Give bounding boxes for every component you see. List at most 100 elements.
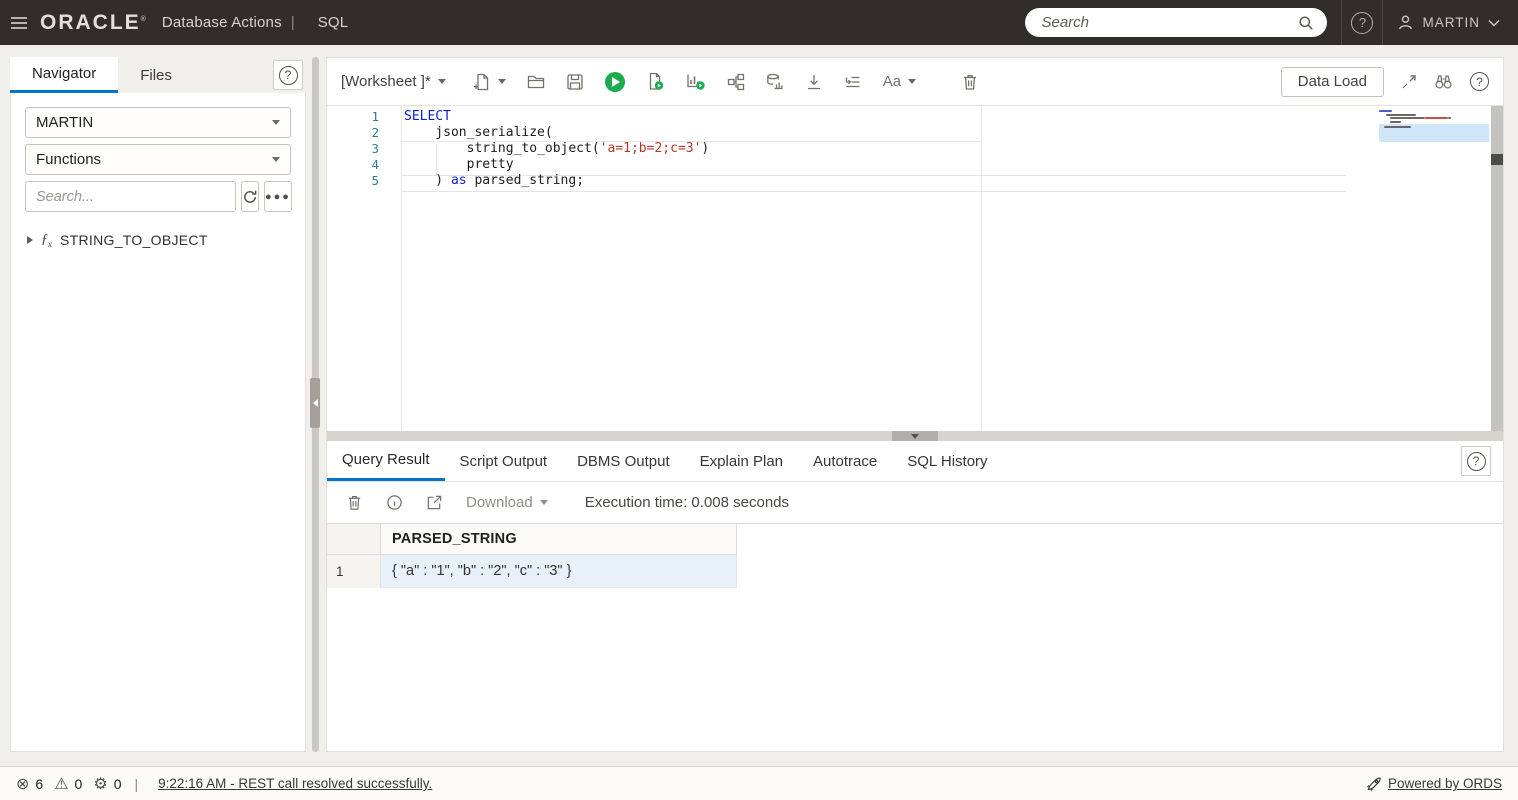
splitter-collapse-handle[interactable] xyxy=(310,378,320,428)
trash-icon xyxy=(348,496,361,510)
hamburger-menu-icon[interactable] xyxy=(0,0,38,45)
run-statement-button[interactable] xyxy=(604,71,625,92)
topbar-help-button[interactable]: ? xyxy=(1342,11,1382,34)
open-in-new-window-button[interactable] xyxy=(426,494,443,511)
schema-select[interactable]: MARTIN xyxy=(25,107,291,138)
code-line[interactable]: 5 ) as parsed_string; xyxy=(327,173,1503,189)
schema-select-value: MARTIN xyxy=(36,114,94,131)
app-title: Database Actions xyxy=(161,14,282,31)
warning-counter[interactable]: ⚠ 0 xyxy=(54,774,82,794)
title-separator: | xyxy=(290,14,295,31)
binoculars-icon xyxy=(1435,75,1452,89)
user-menu[interactable]: MARTIN xyxy=(1383,14,1518,31)
sql-editor[interactable]: 1 SELECT 2 json_serialize( 3 string_to_ob… xyxy=(327,106,1503,431)
editor-results-splitter[interactable] xyxy=(327,431,1503,441)
row-number-header[interactable] xyxy=(327,524,381,555)
app-section: SQL xyxy=(317,14,349,31)
indent-button[interactable] xyxy=(844,73,862,91)
save-button[interactable] xyxy=(566,73,584,91)
chevron-down-icon xyxy=(437,79,446,84)
tab-files[interactable]: Files xyxy=(118,57,194,93)
object-type-select[interactable]: Functions xyxy=(25,144,291,175)
process-counter[interactable]: ⚙ 0 xyxy=(93,774,121,794)
clear-worksheet-button[interactable] xyxy=(961,73,979,91)
rocket-icon xyxy=(1367,777,1381,791)
db-metrics-button[interactable] xyxy=(766,73,784,91)
code-line[interactable]: 1 SELECT xyxy=(327,109,1503,125)
tab-explain-plan[interactable]: Explain Plan xyxy=(685,441,798,481)
results-tab-bar: Query Result Script Output DBMS Output E… xyxy=(327,441,1503,482)
status-divider: | xyxy=(134,775,139,792)
column-header-parsed-string[interactable]: PARSED_STRING xyxy=(381,524,737,555)
status-message-link[interactable]: 9:22:16 AM - REST call resolved successf… xyxy=(158,776,432,791)
text-case-icon: Aa xyxy=(882,73,902,90)
save-icon xyxy=(567,73,583,90)
explain-plan-icon xyxy=(727,73,744,90)
code-line[interactable]: 4 pretty xyxy=(327,157,1503,173)
tab-script-output[interactable]: Script Output xyxy=(445,441,563,481)
refresh-button[interactable] xyxy=(241,181,259,212)
global-search-input[interactable] xyxy=(1041,14,1298,31)
worksheet-help-button[interactable]: ? xyxy=(1470,72,1489,91)
find-button[interactable] xyxy=(1434,73,1453,90)
circle-x-icon: ⊗ xyxy=(16,775,30,793)
new-file-button[interactable] xyxy=(473,73,506,91)
run-script-button[interactable] xyxy=(646,72,665,91)
explain-plan-button[interactable] xyxy=(727,73,745,91)
chevron-down-icon xyxy=(272,157,280,162)
code-line[interactable]: 2 json_serialize( xyxy=(327,125,1503,141)
autotrace-button[interactable] xyxy=(686,72,706,91)
more-options-button[interactable]: ●●● xyxy=(264,181,292,212)
editor-scrollbar-marker[interactable] xyxy=(1491,154,1503,165)
tab-query-result[interactable]: Query Result xyxy=(327,441,445,481)
table-row[interactable]: 1 { "a" : "1", "b" : "2", "c" : "3" } xyxy=(327,555,738,588)
tree-item-string-to-object[interactable]: ƒx STRING_TO_OBJECT xyxy=(25,224,291,257)
warning-icon: ⚠ xyxy=(54,775,69,793)
collapse-left-icon xyxy=(312,399,318,407)
error-count: 6 xyxy=(35,775,44,792)
line-number: 2 xyxy=(371,125,379,140)
data-load-button[interactable]: Data Load xyxy=(1280,66,1384,97)
tab-sql-history[interactable]: SQL History xyxy=(892,441,1002,481)
top-bar: ORACLE® Database Actions | SQL ? MARTIN xyxy=(0,0,1518,45)
status-bar: ⊗ 6 ⚠ 0 ⚙ 0 | 9:22:16 AM - REST call res… xyxy=(0,766,1518,800)
tab-dbms-output[interactable]: DBMS Output xyxy=(562,441,685,481)
object-search-input[interactable] xyxy=(25,181,236,212)
worksheet-tab-selector[interactable]: [Worksheet ]* xyxy=(341,73,446,90)
worksheet-panel: [Worksheet ]* Aa Data Load ? 1 SELECT 2 … xyxy=(326,57,1504,752)
text-case-button[interactable]: Aa xyxy=(882,73,917,90)
open-folder-icon xyxy=(527,75,544,88)
tab-autotrace[interactable]: Autotrace xyxy=(798,441,892,481)
clear-results-button[interactable] xyxy=(346,494,363,511)
result-info-button[interactable] xyxy=(386,494,403,511)
results-help-button[interactable]: ? xyxy=(1461,446,1491,476)
download-editor-button[interactable] xyxy=(805,73,823,91)
editor-minimap[interactable] xyxy=(1379,110,1489,144)
result-grid: PARSED_STRING 1 { "a" : "1", "b" : "2", … xyxy=(327,524,738,588)
chevron-down-icon xyxy=(539,500,548,505)
open-file-button[interactable] xyxy=(527,73,545,91)
refresh-icon xyxy=(244,190,257,203)
new-file-icon xyxy=(473,73,488,90)
search-icon[interactable] xyxy=(1297,14,1315,32)
powered-by-ords-link[interactable]: Powered by ORDS xyxy=(1388,776,1502,791)
tab-navigator[interactable]: Navigator xyxy=(10,57,119,93)
info-icon xyxy=(387,495,402,510)
code-line[interactable]: 3 string_to_object('a=1;b=2;c=3') xyxy=(327,141,1503,157)
sidebar-help-button[interactable]: ? xyxy=(273,60,303,90)
sidebar-splitter[interactable] xyxy=(306,57,326,752)
maximize-button[interactable] xyxy=(1401,74,1417,90)
db-metrics-icon xyxy=(766,73,783,89)
global-search[interactable] xyxy=(1025,8,1328,37)
error-counter[interactable]: ⊗ 6 xyxy=(16,774,43,794)
row-number-cell[interactable]: 1 xyxy=(327,555,381,588)
download-results-button[interactable]: Download xyxy=(466,494,548,511)
code-area[interactable]: 1 SELECT 2 json_serialize( 3 string_to_ob… xyxy=(327,109,1503,189)
expand-arrow-icon[interactable] xyxy=(27,236,33,245)
function-icon: ƒx xyxy=(41,232,52,249)
line-number: 1 xyxy=(371,109,379,124)
splitter-handle[interactable] xyxy=(892,431,938,441)
chevron-down-icon xyxy=(1488,19,1500,27)
result-value-cell[interactable]: { "a" : "1", "b" : "2", "c" : "3" } xyxy=(381,555,737,588)
editor-scrollbar[interactable] xyxy=(1491,106,1503,431)
